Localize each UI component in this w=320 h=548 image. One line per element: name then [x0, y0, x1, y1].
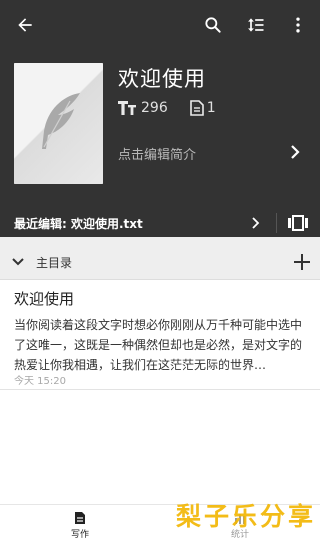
book-title: 欢迎使用	[118, 67, 206, 91]
feather-icon	[42, 93, 80, 149]
book-stats: 296 1	[118, 100, 216, 116]
chevron-down-icon[interactable]	[11, 255, 25, 269]
recent-edit-row[interactable]: 最近编辑: 欢迎使用.txt	[0, 205, 320, 237]
word-count: 296	[141, 100, 168, 116]
chapter-preview: 当你阅读着这段文字时想必你刚刚从万千种可能中选中了这唯一，这既是一种偶然但却也是…	[14, 318, 303, 372]
back-button[interactable]	[13, 13, 37, 37]
sort-button[interactable]	[244, 13, 268, 37]
edit-intro-link[interactable]: 点击编辑简介	[118, 144, 196, 163]
chapter-title: 欢迎使用	[14, 290, 75, 308]
search-icon	[205, 17, 221, 33]
sort-icon	[248, 18, 264, 32]
divider	[276, 213, 277, 233]
chapter-count: 1	[206, 100, 216, 116]
document-icon	[189, 100, 204, 116]
chapter-list: 欢迎使用 当你阅读着这段文字时想必你刚刚从万千种可能中选中了这唯一，这既是一种偶…	[0, 280, 320, 504]
arrow-back-icon	[18, 18, 32, 32]
chapter-timestamp: 今天 15:20	[14, 376, 66, 387]
search-button[interactable]	[201, 13, 225, 37]
recent-edit-label: 最近编辑: 欢迎使用.txt	[14, 217, 143, 231]
book-cover[interactable]	[14, 63, 103, 184]
chevron-right-icon	[252, 217, 260, 229]
watermark-text: 梨子乐分享	[176, 502, 317, 531]
directory-label: 主目录	[36, 256, 73, 270]
chevron-right-icon[interactable]	[287, 143, 303, 161]
view-carousel-icon[interactable]	[288, 215, 308, 231]
more-vert-icon	[296, 17, 300, 33]
list-item[interactable]: 欢迎使用 当你阅读着这段文字时想必你刚刚从万千种可能中选中了这唯一，这既是一种偶…	[0, 280, 320, 390]
more-button[interactable]	[286, 13, 310, 37]
toolbar	[0, 0, 320, 50]
nav-write[interactable]: 写作	[50, 509, 110, 545]
nav-write-label: 写作	[70, 530, 89, 540]
document-icon	[75, 512, 85, 524]
text-size-icon	[118, 101, 138, 115]
directory-bar[interactable]: 主目录	[0, 244, 320, 280]
book-header: 欢迎使用 296 1 点击编辑简介 最近编辑: 欢迎使用.txt	[0, 0, 320, 237]
add-icon[interactable]	[293, 253, 311, 271]
